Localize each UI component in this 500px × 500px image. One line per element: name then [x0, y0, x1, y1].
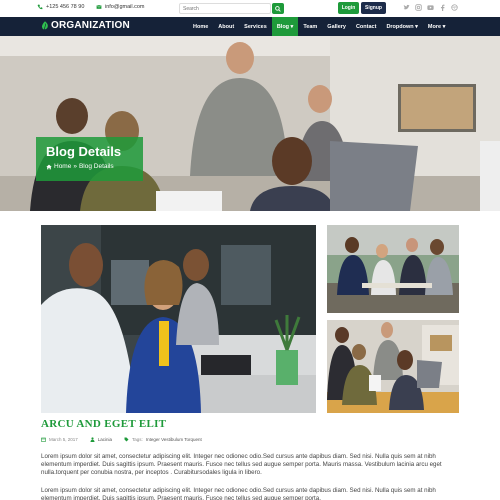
youtube-icon[interactable]: [427, 4, 434, 11]
breadcrumb: Home » Blog Details: [46, 163, 114, 170]
post-side-image-2: [327, 320, 459, 413]
facebook-icon[interactable]: [439, 4, 446, 11]
post-meta: March 5, 2017 Lacinia Tags: Integer Vest…: [41, 437, 202, 442]
logo-text: ORGANIZATION: [51, 20, 130, 31]
phone-contact: +125 456 78 90: [37, 4, 84, 10]
nav-item-gallery[interactable]: Gallery: [322, 17, 351, 36]
nav-item-dropdown[interactable]: Dropdown ▾: [381, 17, 422, 36]
phone-text: +125 456 78 90: [46, 4, 85, 10]
page-title-box: Blog Details Home » Blog Details: [36, 137, 143, 181]
login-button[interactable]: Login: [338, 2, 359, 14]
post-side-image-1: [327, 225, 459, 313]
instagram-icon[interactable]: [415, 4, 422, 11]
twitter-icon[interactable]: [403, 4, 410, 11]
phone-icon: [37, 4, 43, 10]
team-laptop-photo: [327, 320, 459, 413]
nav-item-team[interactable]: Team: [298, 17, 322, 36]
tag-icon: [124, 437, 129, 442]
post-author[interactable]: Lacinia: [98, 437, 112, 442]
top-bar: +125 456 78 90 info@gmail.com Login Sign…: [0, 0, 500, 17]
calendar-icon: [41, 437, 46, 442]
breadcrumb-separator: »: [73, 163, 77, 170]
outdoor-meeting-photo: [327, 225, 459, 313]
nav-item-home[interactable]: Home: [188, 17, 213, 36]
nav-menu: Home About Services Blog ▾ Team Gallery …: [188, 17, 450, 36]
hero-photo: [0, 36, 500, 211]
user-icon: [90, 437, 95, 442]
hero-banner: Blog Details Home » Blog Details: [0, 36, 500, 211]
post-paragraph-1: Lorem ipsum dolor sit amet, consectetur …: [41, 453, 442, 476]
dribbble-icon[interactable]: [451, 4, 458, 11]
office-photo: [41, 225, 316, 413]
post-date: March 5, 2017: [49, 437, 78, 442]
search-icon: [275, 5, 281, 12]
search-input[interactable]: [179, 3, 271, 14]
home-icon: [46, 164, 52, 169]
post-title: ARCU AND EGET ELIT: [41, 418, 167, 430]
page-title: Blog Details: [46, 144, 122, 159]
search-button[interactable]: [272, 3, 284, 14]
post-tags[interactable]: Integer Vestibulum Torquent: [146, 437, 202, 442]
leaf-icon: [41, 20, 48, 30]
breadcrumb-home[interactable]: Home: [54, 163, 71, 170]
signup-button[interactable]: Signup: [361, 2, 386, 14]
email-text[interactable]: info@gmail.com: [105, 4, 145, 10]
site-logo[interactable]: ORGANIZATION: [41, 20, 130, 31]
nav-item-services[interactable]: Services: [239, 17, 272, 36]
nav-item-about[interactable]: About: [213, 17, 239, 36]
breadcrumb-current: Blog Details: [78, 163, 114, 170]
main-navbar: ORGANIZATION Home About Services Blog ▾ …: [0, 17, 500, 36]
nav-item-more[interactable]: More ▾: [423, 17, 450, 36]
post-paragraph-2: Lorem ipsum dolor sit amet, consectetur …: [41, 487, 436, 500]
nav-item-contact[interactable]: Contact: [351, 17, 381, 36]
post-tags-label: Tags:: [132, 437, 143, 442]
email-contact: info@gmail.com: [96, 4, 145, 10]
post-main-image: [41, 225, 316, 413]
social-links: [403, 4, 458, 11]
envelope-icon: [96, 5, 102, 9]
nav-item-blog[interactable]: Blog ▾: [271, 17, 299, 36]
